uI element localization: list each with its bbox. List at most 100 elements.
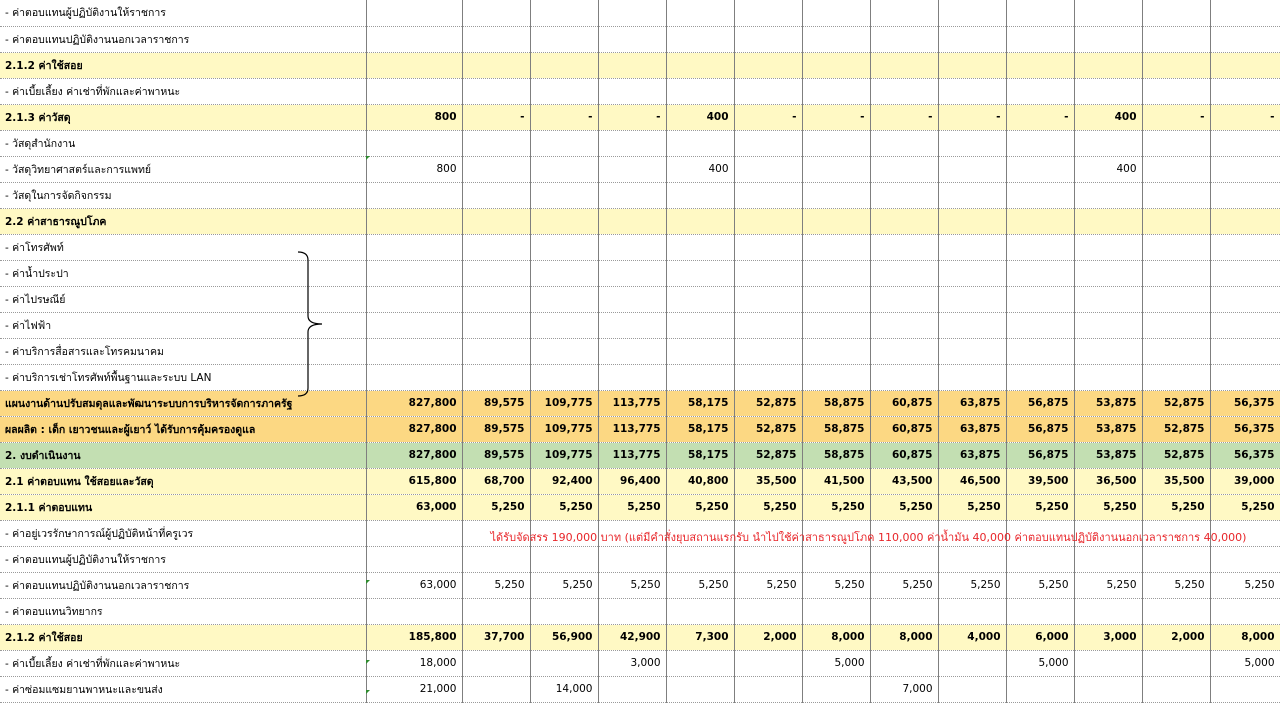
value-cell[interactable]: [1006, 676, 1075, 703]
value-cell[interactable]: 5,250: [1074, 494, 1143, 521]
value-cell[interactable]: [1142, 286, 1211, 313]
value-cell[interactable]: [1142, 364, 1211, 391]
value-cell[interactable]: [1074, 78, 1143, 105]
value-cell[interactable]: 5,000: [1006, 650, 1075, 677]
value-cell[interactable]: [1142, 598, 1211, 625]
value-cell[interactable]: [938, 676, 1007, 703]
value-cell[interactable]: [1074, 546, 1143, 573]
value-cell[interactable]: [938, 546, 1007, 573]
value-cell[interactable]: 56,875: [1006, 416, 1075, 443]
value-cell[interactable]: 63,875: [938, 442, 1007, 469]
row-label-cell[interactable]: - วัสดุในการจัดกิจกรรม: [0, 182, 367, 209]
value-cell[interactable]: [598, 234, 667, 261]
value-cell[interactable]: [1074, 338, 1143, 365]
value-cell[interactable]: [870, 182, 939, 209]
row-label-cell[interactable]: - ค่าอยู่เวรรักษาการณ์ผู้ปฏิบัติหน้าที่ค…: [0, 520, 367, 547]
value-cell[interactable]: [938, 234, 1007, 261]
value-cell[interactable]: [598, 598, 667, 625]
value-cell[interactable]: 35,500: [1142, 468, 1211, 495]
value-cell[interactable]: ได้รับจัดสรร 190,000 บาท (แต่มีคำสั่งยุบ…: [462, 520, 1246, 547]
value-cell[interactable]: 52,875: [1142, 416, 1211, 443]
value-cell[interactable]: [366, 260, 463, 287]
value-cell[interactable]: [462, 208, 531, 235]
value-cell[interactable]: [802, 182, 871, 209]
value-cell[interactable]: [462, 130, 531, 157]
row-label-cell[interactable]: - วัสดุวิทยาศาสตร์และการแพทย์: [0, 156, 367, 183]
value-cell[interactable]: [938, 130, 1007, 157]
value-cell[interactable]: [802, 26, 871, 53]
value-cell[interactable]: [1074, 208, 1143, 235]
value-cell[interactable]: -: [462, 104, 531, 131]
value-cell[interactable]: [598, 286, 667, 313]
value-cell[interactable]: [530, 546, 599, 573]
value-cell[interactable]: [1006, 364, 1075, 391]
value-cell[interactable]: [666, 546, 735, 573]
value-cell[interactable]: [734, 338, 803, 365]
value-cell[interactable]: 5,250: [870, 572, 939, 599]
value-cell[interactable]: 92,400: [530, 468, 599, 495]
value-cell[interactable]: [1006, 234, 1075, 261]
value-cell[interactable]: [1074, 130, 1143, 157]
value-cell[interactable]: 5,250: [1006, 494, 1075, 521]
value-cell[interactable]: [938, 338, 1007, 365]
value-cell[interactable]: [366, 338, 463, 365]
value-cell[interactable]: [598, 52, 667, 79]
value-cell[interactable]: [1210, 312, 1280, 339]
row-label-cell[interactable]: - ค่าตอบแทนปฏิบัติงานนอกเวลาราชการ: [0, 572, 367, 599]
value-cell[interactable]: [802, 286, 871, 313]
value-cell[interactable]: 56,875: [1006, 390, 1075, 417]
value-cell[interactable]: [1006, 338, 1075, 365]
value-cell[interactable]: [366, 130, 463, 157]
value-cell[interactable]: 46,500: [938, 468, 1007, 495]
value-cell[interactable]: 5,250: [1074, 572, 1143, 599]
value-cell[interactable]: [530, 182, 599, 209]
value-cell[interactable]: [1210, 286, 1280, 313]
value-cell[interactable]: 18,000: [366, 650, 463, 677]
value-cell[interactable]: [1142, 546, 1211, 573]
row-label-cell[interactable]: 2.1 ค่าตอบแทน ใช้สอยและวัสดุ: [0, 468, 367, 495]
value-cell[interactable]: [870, 0, 939, 27]
value-cell[interactable]: [530, 52, 599, 79]
row-label-cell[interactable]: 2. งบดำเนินงาน: [0, 442, 367, 469]
row-label-cell[interactable]: - ค่าซ่อมแซมยานพาหนะและขนส่ง: [0, 676, 367, 703]
value-cell[interactable]: 60,875: [870, 390, 939, 417]
value-cell[interactable]: [802, 676, 871, 703]
value-cell[interactable]: [1006, 286, 1075, 313]
value-cell[interactable]: 3,000: [598, 650, 667, 677]
value-cell[interactable]: [366, 312, 463, 339]
value-cell[interactable]: 5,250: [666, 494, 735, 521]
value-cell[interactable]: [366, 78, 463, 105]
value-cell[interactable]: [666, 286, 735, 313]
value-cell[interactable]: [802, 338, 871, 365]
value-cell[interactable]: [1006, 598, 1075, 625]
value-cell[interactable]: [1006, 182, 1075, 209]
value-cell[interactable]: [870, 260, 939, 287]
value-cell[interactable]: [802, 312, 871, 339]
value-cell[interactable]: 37,700: [462, 624, 531, 651]
value-cell[interactable]: [1006, 26, 1075, 53]
value-cell[interactable]: 53,875: [1074, 416, 1143, 443]
value-cell[interactable]: 56,875: [1006, 442, 1075, 469]
value-cell[interactable]: [666, 234, 735, 261]
value-cell[interactable]: [1210, 130, 1280, 157]
value-cell[interactable]: 615,800: [366, 468, 463, 495]
value-cell[interactable]: -: [938, 104, 1007, 131]
value-cell[interactable]: 5,250: [462, 494, 531, 521]
value-cell[interactable]: [870, 234, 939, 261]
value-cell[interactable]: [1210, 546, 1280, 573]
value-cell[interactable]: 68,700: [462, 468, 531, 495]
value-cell[interactable]: 2,000: [734, 624, 803, 651]
value-cell[interactable]: [1006, 156, 1075, 183]
value-cell[interactable]: 5,250: [666, 572, 735, 599]
value-cell[interactable]: [598, 130, 667, 157]
row-label-cell[interactable]: 2.1.3 ค่าวัสดุ: [0, 104, 367, 131]
value-cell[interactable]: -: [598, 104, 667, 131]
value-cell[interactable]: 52,875: [734, 416, 803, 443]
value-cell[interactable]: [462, 234, 531, 261]
value-cell[interactable]: [366, 520, 463, 547]
value-cell[interactable]: [802, 260, 871, 287]
row-label-cell[interactable]: ผลผลิต : เด็ก เยาวชนและผู้เยาว์ ได้รับกา…: [0, 416, 367, 443]
value-cell[interactable]: [666, 338, 735, 365]
value-cell[interactable]: [1006, 312, 1075, 339]
value-cell[interactable]: [1074, 0, 1143, 27]
